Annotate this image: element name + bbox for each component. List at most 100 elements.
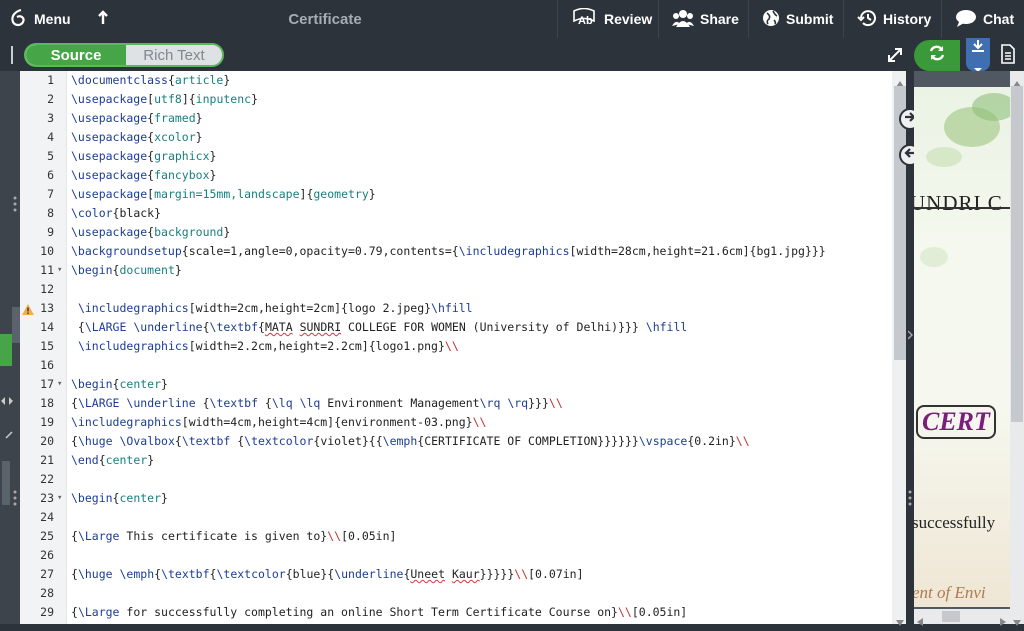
code-token: } (161, 491, 168, 505)
latex-command: \usepackage (71, 130, 148, 144)
code-line[interactable]: 26 (20, 546, 892, 565)
code-text: \usepackage{graphicx} (71, 147, 216, 166)
code-line[interactable]: 10 \backgroundsetup{scale=1,angle=0,opaci… (20, 242, 892, 261)
submit-button[interactable]: Submit (762, 0, 833, 38)
code-token: { (230, 434, 245, 448)
file-tree-toggle-handle[interactable] (11, 46, 13, 64)
latex-command: \underline (334, 567, 404, 581)
preview-scroll-thumb[interactable] (1011, 86, 1023, 422)
code-text: \documentclass{article} (71, 71, 230, 90)
code-token: \\ (735, 434, 750, 448)
code-line[interactable]: 11 ▾ \begin{document} (20, 261, 892, 280)
fold-chevron-icon[interactable]: ▾ (57, 489, 62, 508)
collapse-handle[interactable] (12, 307, 20, 343)
code-token: ]{ (299, 187, 314, 201)
misspelled-word: Uneet (410, 567, 445, 581)
latex-command: \huge (77, 567, 113, 581)
code-line[interactable]: 12 (20, 280, 892, 299)
project-title[interactable]: Certificate (0, 0, 650, 38)
code-line[interactable]: 4 \usepackage{xcolor} (20, 128, 892, 147)
code-token: { (258, 320, 265, 334)
code-line[interactable]: 8 \color{black} (20, 204, 892, 223)
code-line[interactable]: 5 \usepackage{graphicx} (20, 147, 892, 166)
chevron-icon[interactable] (4, 427, 14, 445)
code-line[interactable]: 21 \end{center} (20, 451, 892, 470)
rich-text-mode-button[interactable]: Rich Text (126, 45, 222, 65)
line-number: 21 (40, 453, 54, 467)
globe-icon (762, 9, 786, 30)
code-line[interactable]: 9 \usepackage{background} (20, 223, 892, 242)
preview-horizontal-scrollbar[interactable] (914, 609, 1010, 626)
expand-panels-icon[interactable] (0, 393, 14, 411)
latex-command: \lq (299, 396, 321, 410)
code-line[interactable]: 25 {\Large This certificate is given to}\… (20, 527, 892, 546)
review-icon: Ab (570, 7, 604, 31)
horizontal-scroll-thumb[interactable] (942, 611, 960, 622)
chevron-right-icon[interactable] (907, 327, 913, 345)
code-line[interactable]: 17 ▾ \begin{center} (20, 375, 892, 394)
code-line[interactable]: 1 \documentclass{article} (20, 71, 892, 90)
code-line[interactable]: 22 (20, 470, 892, 489)
line-number: 5 (47, 149, 54, 163)
latex-command: \begin (71, 263, 113, 277)
code-line[interactable]: 19 \includegraphics[width=4cm,height=4cm]… (20, 413, 892, 432)
latex-command: \huge (77, 434, 113, 448)
code-line[interactable]: 7 \usepackage[margin=15mm,landscape]{geom… (20, 185, 892, 204)
line-number: 2 (47, 92, 54, 106)
code-line[interactable]: 29 {\Large for successfully completing an… (20, 603, 892, 622)
scroll-down-icon[interactable] (896, 613, 904, 631)
share-button[interactable]: Share (672, 0, 739, 38)
code-line[interactable]: 6 \usepackage{fancybox} (20, 166, 892, 185)
code-line[interactable]: 2 \usepackage[utf8]{inputenc} (20, 90, 892, 109)
scroll-right-icon[interactable] (1000, 613, 1006, 631)
code-line[interactable]: 27 {\huge \emph{\textbf{\textcolor{blue}{… (20, 565, 892, 584)
rail-scroll-thumb[interactable] (2, 461, 10, 505)
code-token: { (98, 453, 106, 467)
code-text: \usepackage{xcolor} (71, 128, 203, 147)
code-token: { (71, 434, 78, 448)
code-line[interactable]: 24 (20, 508, 892, 527)
source-editor[interactable]: 1 \documentclass{article} 2 \usepackage[utf… (20, 71, 892, 624)
source-mode-button[interactable]: Source (26, 45, 126, 65)
code-token: { (71, 529, 78, 543)
line-number: 7 (47, 187, 54, 201)
code-token: }}} (528, 396, 549, 410)
editor-mode-toggle[interactable]: Source Rich Text (24, 43, 224, 67)
latex-command: \Large (77, 529, 120, 543)
code-token: center (119, 377, 162, 391)
latex-command: \usepackage (71, 187, 148, 201)
code-token: \\ (444, 339, 459, 353)
expand-icon[interactable] (886, 46, 904, 64)
pdf-preview[interactable]: UNDRI C CERT successfully ent of Envi (914, 71, 1024, 624)
chat-button[interactable]: Chat (955, 0, 1014, 38)
recompile-button[interactable] (914, 40, 960, 71)
code-text: \begin{center} (71, 375, 168, 394)
latex-command: \underline (126, 396, 196, 410)
code-line[interactable]: 23 ▾ \begin{center} (20, 489, 892, 508)
code-token: {black} (112, 206, 162, 220)
logs-button[interactable] (1000, 44, 1024, 68)
fold-chevron-icon[interactable]: ▾ (57, 261, 62, 280)
code-line[interactable]: 3 \usepackage{framed} (20, 109, 892, 128)
code-line[interactable]: 14 {\LARGE \underline{\textbf{MATA SUNDR… (20, 318, 892, 337)
line-number: 13 (40, 301, 54, 315)
code-line[interactable]: 13 \includegraphics[width=2cm,height=2cm… (20, 299, 892, 318)
scroll-down-icon[interactable] (1013, 613, 1021, 631)
review-button[interactable]: Ab Review (570, 0, 652, 38)
drag-handle-icon[interactable] (13, 195, 17, 215)
submit-label: Submit (786, 11, 834, 27)
drag-handle-icon[interactable] (908, 489, 912, 514)
code-line[interactable]: 20 {\huge \Ovalbox{\textbf {\textcolor{vi… (20, 432, 892, 451)
history-button[interactable]: History (857, 0, 931, 38)
code-line[interactable]: 18 {\LARGE \underline {\textbf {\lq \lq E… (20, 394, 892, 413)
code-line[interactable]: 28 (20, 584, 892, 603)
fold-chevron-icon[interactable]: ▾ (57, 375, 62, 394)
download-pdf-button[interactable] (966, 38, 990, 72)
drag-handle-icon[interactable] (13, 489, 17, 509)
code-line[interactable]: 16 (20, 356, 892, 375)
code-line[interactable]: 15 \includegraphics[width=2.2cm,height=2… (20, 337, 892, 356)
scroll-left-icon[interactable] (917, 613, 923, 631)
